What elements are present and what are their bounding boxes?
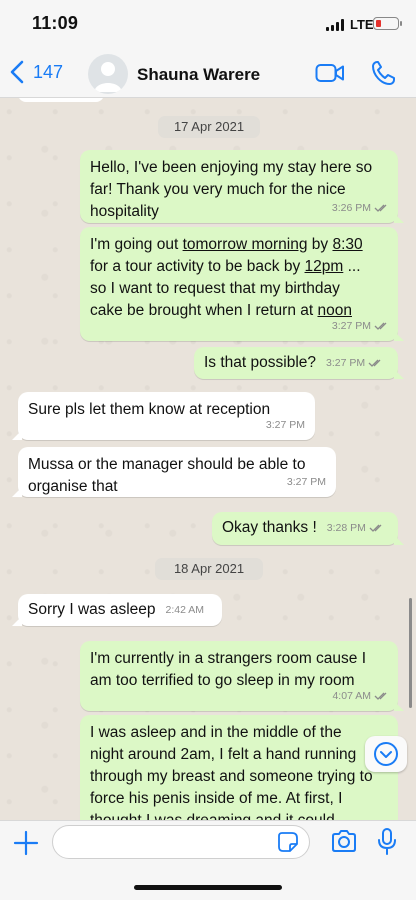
message-line: Mussa or the manager should be able to	[28, 456, 306, 473]
message-line: night around 2am, I felt a hand running	[90, 746, 357, 763]
date-chip: 18 Apr 2021	[155, 558, 263, 580]
message-bubble-outgoing[interactable]: Hello, I've been enjoying my stay here s…	[80, 150, 404, 223]
date-link[interactable]: tomorrow morning	[183, 236, 308, 253]
microphone-icon[interactable]	[376, 827, 398, 857]
chat-header: 147 Shauna Warere	[0, 50, 416, 98]
message-text: Sorry I was asleep	[28, 601, 156, 618]
plus-icon[interactable]	[12, 829, 40, 857]
chevron-down-circle-icon	[374, 742, 398, 766]
chevron-left-icon	[10, 60, 24, 84]
message-time: 3:27 PM	[265, 419, 305, 431]
avatar[interactable]	[88, 54, 128, 94]
message-line: through my breast and someone trying to	[90, 768, 373, 785]
read-ticks-icon	[374, 322, 387, 330]
message-time: 3:27 PM	[326, 357, 366, 369]
message-text: Sure pls let them know at reception	[28, 401, 271, 418]
camera-icon[interactable]	[330, 829, 358, 853]
message-line: I was asleep and in the middle of the	[90, 724, 342, 741]
signal-icon	[326, 19, 346, 31]
contact-name[interactable]: Shauna Warere	[137, 65, 260, 85]
date-chip: 17 Apr 2021	[158, 116, 260, 138]
message-meta: 4:07 AM	[332, 685, 389, 707]
read-ticks-icon	[369, 524, 382, 532]
message-line: thought I was dreaming and it could	[90, 810, 388, 820]
message-bubble-outgoing[interactable]: Is that possible? 3:27 PM	[194, 347, 404, 379]
message-time: 2:42 AM	[165, 604, 205, 616]
message-time: 3:26 PM	[331, 202, 371, 214]
message-meta: 3:26 PM	[332, 197, 389, 219]
scrollbar-thumb[interactable]	[409, 598, 412, 708]
message-line: Hello, I've been enjoying my stay here s…	[90, 159, 373, 176]
message-bubble-incoming[interactable]: Mussa or the manager should be able to o…	[12, 447, 336, 497]
back-button[interactable]: 147	[10, 60, 63, 84]
message-input[interactable]	[52, 825, 310, 859]
battery-icon	[373, 17, 402, 30]
time-link[interactable]: 12pm	[305, 258, 344, 275]
message-line: I'm currently in a strangers room cause …	[90, 650, 367, 667]
input-bar	[0, 820, 416, 900]
message-bubble-outgoing[interactable]: I was asleep and in the middle of the ni…	[80, 715, 398, 820]
message-line: for a tour activity to be back by 12pm .…	[90, 258, 361, 275]
previous-message-bubble	[18, 98, 104, 102]
phone-icon[interactable]	[371, 60, 395, 86]
time-link[interactable]: 8:30	[332, 236, 362, 253]
message-text: Okay thanks !	[222, 519, 317, 536]
message-text: Is that possible?	[204, 354, 317, 371]
unread-count: 147	[33, 61, 64, 82]
message-line: I'm going out tomorrow morning by 8:30	[90, 236, 363, 253]
message-line: organise that	[28, 478, 118, 495]
message-bubble-outgoing[interactable]: I'm currently in a strangers room cause …	[80, 641, 404, 711]
status-bar: 11:09 LTE	[0, 0, 416, 50]
scroll-to-bottom-button[interactable]	[365, 736, 407, 772]
message-meta: 3:27 PM	[332, 315, 389, 337]
message-bubble-incoming[interactable]: Sorry I was asleep 2:42 AM	[12, 594, 222, 626]
message-line: so I want to request that my birthday	[90, 280, 340, 297]
message-bubble-outgoing[interactable]: I'm going out tomorrow morning by 8:30 f…	[80, 227, 404, 341]
message-time: 3:27 PM	[286, 476, 326, 488]
message-meta: 3:27 PM	[287, 471, 326, 493]
read-ticks-icon	[374, 204, 387, 212]
read-ticks-icon	[374, 692, 387, 700]
chat-area[interactable]: 17 Apr 2021 Hello, I've been enjoying my…	[0, 98, 416, 820]
message-meta: 3:27 PM	[326, 352, 383, 374]
sticker-icon[interactable]	[277, 831, 299, 853]
message-meta: 2:42 AM	[166, 599, 205, 621]
status-time: 11:09	[32, 13, 79, 33]
message-meta: 3:28 PM	[327, 517, 384, 539]
network-label: LTE	[350, 17, 374, 32]
home-indicator[interactable]	[134, 885, 282, 890]
default-avatar-icon	[94, 62, 122, 92]
message-bubble-outgoing[interactable]: Okay thanks ! 3:28 PM	[212, 512, 404, 545]
read-ticks-icon	[368, 359, 381, 367]
message-line: force his penis inside of me. At first, …	[90, 790, 343, 807]
message-time: 4:07 AM	[332, 690, 371, 702]
message-meta: 3:27 PM	[266, 414, 305, 436]
message-time: 3:28 PM	[326, 522, 366, 534]
video-call-icon[interactable]	[315, 62, 345, 84]
message-bubble-incoming[interactable]: Sure pls let them know at reception 3:27…	[12, 392, 315, 440]
message-time: 3:27 PM	[331, 320, 371, 332]
battery-level	[375, 19, 381, 27]
